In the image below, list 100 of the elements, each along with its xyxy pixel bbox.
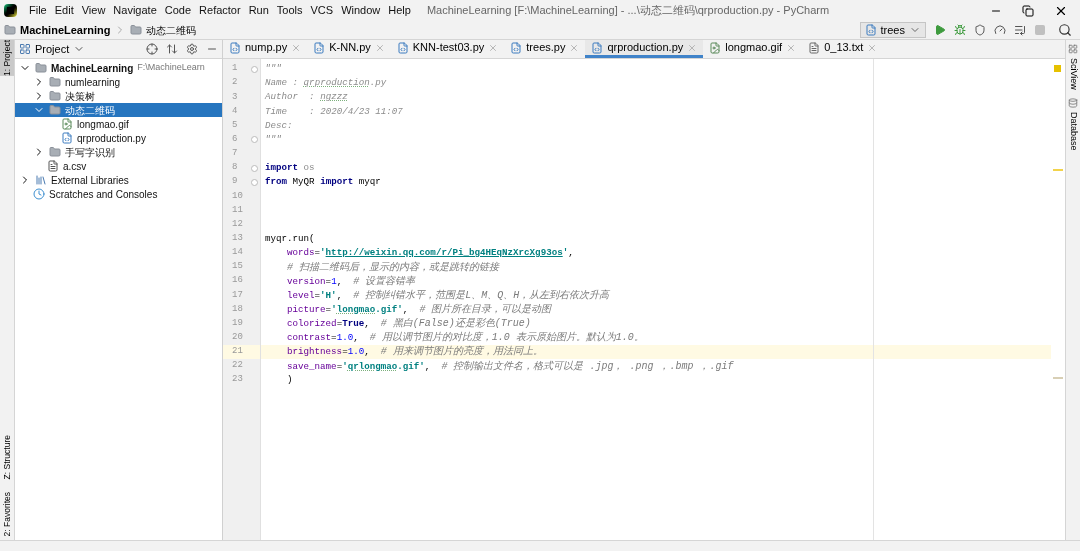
stop-icon[interactable] — [1034, 24, 1046, 36]
menu-item[interactable]: Code — [160, 2, 196, 19]
search-icon[interactable] — [1058, 23, 1072, 37]
menu-item[interactable]: Run — [244, 2, 273, 19]
editor-tab[interactable]: qrproduction.py — [585, 40, 704, 58]
fold-marker-icon[interactable] — [251, 164, 258, 172]
close-tab-icon[interactable] — [867, 42, 878, 53]
folder-icon — [49, 146, 61, 158]
tree-item[interactable]: numlearning — [15, 75, 222, 89]
line-number: 14 — [231, 246, 244, 260]
app-logo-icon — [4, 4, 17, 17]
code-line: # 扫描二维码后，显示的内容，或是跳转的链接 — [287, 260, 499, 275]
python-file-icon — [591, 41, 604, 54]
menu-item[interactable]: View — [77, 2, 110, 19]
tree-item[interactable]: a.csv — [15, 159, 222, 173]
editor-tab[interactable]: longmao.gif — [703, 40, 803, 58]
folder-icon — [49, 90, 61, 102]
tree-item[interactable]: MachineLearning — [15, 61, 138, 75]
close-tab-icon[interactable] — [786, 42, 797, 53]
debug-icon[interactable] — [954, 24, 966, 36]
editor-tab[interactable]: nump.py — [223, 40, 308, 58]
module-path: F:\MachineLearn — [137, 61, 205, 75]
grid-icon — [1068, 44, 1078, 54]
image-file-icon — [709, 41, 722, 54]
editor-tab[interactable]: trees.py — [504, 40, 586, 58]
fold-marker-icon[interactable] — [251, 65, 258, 73]
folder-icon — [49, 104, 61, 116]
python-file-icon — [396, 41, 409, 54]
menu-item[interactable]: Edit — [50, 2, 78, 19]
python-file-icon — [229, 41, 241, 54]
menu-item[interactable]: Tools — [272, 2, 307, 19]
code-line: Desc: — [265, 118, 293, 133]
menu-item[interactable]: File — [25, 2, 51, 19]
image-file-icon — [61, 118, 73, 130]
code-line: Name : qrproduction.py — [265, 76, 387, 91]
code-line: """ — [265, 62, 282, 76]
settings-icon[interactable] — [186, 43, 198, 55]
close-tab-icon[interactable] — [488, 42, 499, 53]
fold-marker-icon[interactable] — [251, 178, 258, 186]
folder-icon — [49, 76, 61, 88]
tool-window-tab[interactable]: Database — [1066, 97, 1080, 151]
code-line: from MyQR import myqr — [265, 175, 381, 190]
editor-tab[interactable]: KNN-test03.py — [390, 40, 505, 58]
line-number: 16 — [231, 274, 244, 288]
code-line: ) — [287, 373, 293, 388]
line-number: 10 — [231, 189, 244, 203]
breadcrumb[interactable]: 动态二维码 — [126, 22, 201, 38]
tree-item[interactable]: longmao.gif — [15, 117, 222, 131]
code-line: words='http://weixin.qq.com/r/Pi_bg4HEqNzXrcXg93os', — [287, 246, 574, 260]
collapse-all-icon[interactable] — [166, 43, 178, 55]
line-number: 7 — [231, 147, 239, 161]
line-number: 12 — [231, 217, 244, 231]
tree-item[interactable]: 手写字识别 — [15, 145, 222, 159]
locate-icon[interactable] — [146, 43, 158, 55]
run-configuration-dropdown[interactable]: trees — [859, 22, 926, 38]
run-icon[interactable] — [934, 24, 946, 36]
code-line: myqr.run( — [265, 231, 315, 246]
close-tab-icon[interactable] — [374, 42, 385, 53]
line-number: 17 — [231, 288, 244, 302]
tree-item[interactable]: External Libraries — [15, 173, 222, 187]
code-line: version=1, # 设置容错率 — [287, 274, 416, 289]
editor-tab[interactable]: K-NN.py — [307, 40, 391, 58]
line-number: 20 — [231, 331, 244, 344]
library-icon — [35, 174, 47, 186]
folder-icon — [35, 62, 47, 74]
line-number: 4 — [231, 104, 239, 118]
breadcrumb[interactable]: MachineLearning — [0, 21, 115, 39]
coverage-icon[interactable] — [974, 24, 986, 36]
line-number: 5 — [231, 118, 239, 132]
close-tab-icon[interactable] — [291, 42, 302, 53]
tree-item[interactable]: 决策树 — [15, 89, 222, 103]
tree-item[interactable]: 动态二维码 — [15, 103, 222, 117]
tool-window-tab[interactable]: Z: Structure — [0, 435, 14, 480]
editor-tab[interactable]: 0_13.txt — [802, 40, 884, 58]
tool-window-tab[interactable]: 2: Favorites — [0, 491, 14, 536]
project-icon — [19, 43, 31, 55]
menu-item[interactable]: Help — [384, 2, 415, 19]
python-file-icon — [313, 41, 326, 54]
menu-item[interactable]: VCS — [306, 2, 338, 19]
close-tab-icon[interactable] — [687, 42, 698, 53]
menu-item[interactable]: Navigate — [109, 2, 161, 19]
menu-item[interactable]: Window — [337, 2, 385, 19]
code-line: level='H', # 控制纠错水平，范围是L、M、Q、H，从左到右依次升高 — [287, 288, 610, 303]
tool-window-tab[interactable]: 1: Project — [0, 40, 14, 76]
tool-window-tab[interactable]: SciView — [1066, 44, 1080, 90]
restore-icon[interactable] — [1022, 4, 1034, 17]
profile-icon[interactable] — [994, 24, 1006, 36]
run-concurrent-icon[interactable] — [1014, 24, 1026, 36]
line-number: 23 — [231, 373, 244, 387]
database-icon — [1068, 97, 1078, 108]
python-file-icon — [864, 24, 877, 36]
tree-item[interactable]: Scratches and Consoles — [15, 187, 222, 201]
menu-item[interactable]: Refactor — [195, 2, 245, 19]
scratches-icon — [33, 188, 45, 200]
folder-icon — [130, 24, 143, 36]
line-number: 18 — [231, 302, 244, 316]
tree-item[interactable]: qrproduction.py — [15, 131, 222, 145]
code-line: brightness=1.0, # 用来调节图片的亮度，用法同上。 — [287, 344, 543, 360]
close-tab-icon[interactable] — [569, 42, 580, 53]
fold-marker-icon[interactable] — [251, 136, 258, 144]
